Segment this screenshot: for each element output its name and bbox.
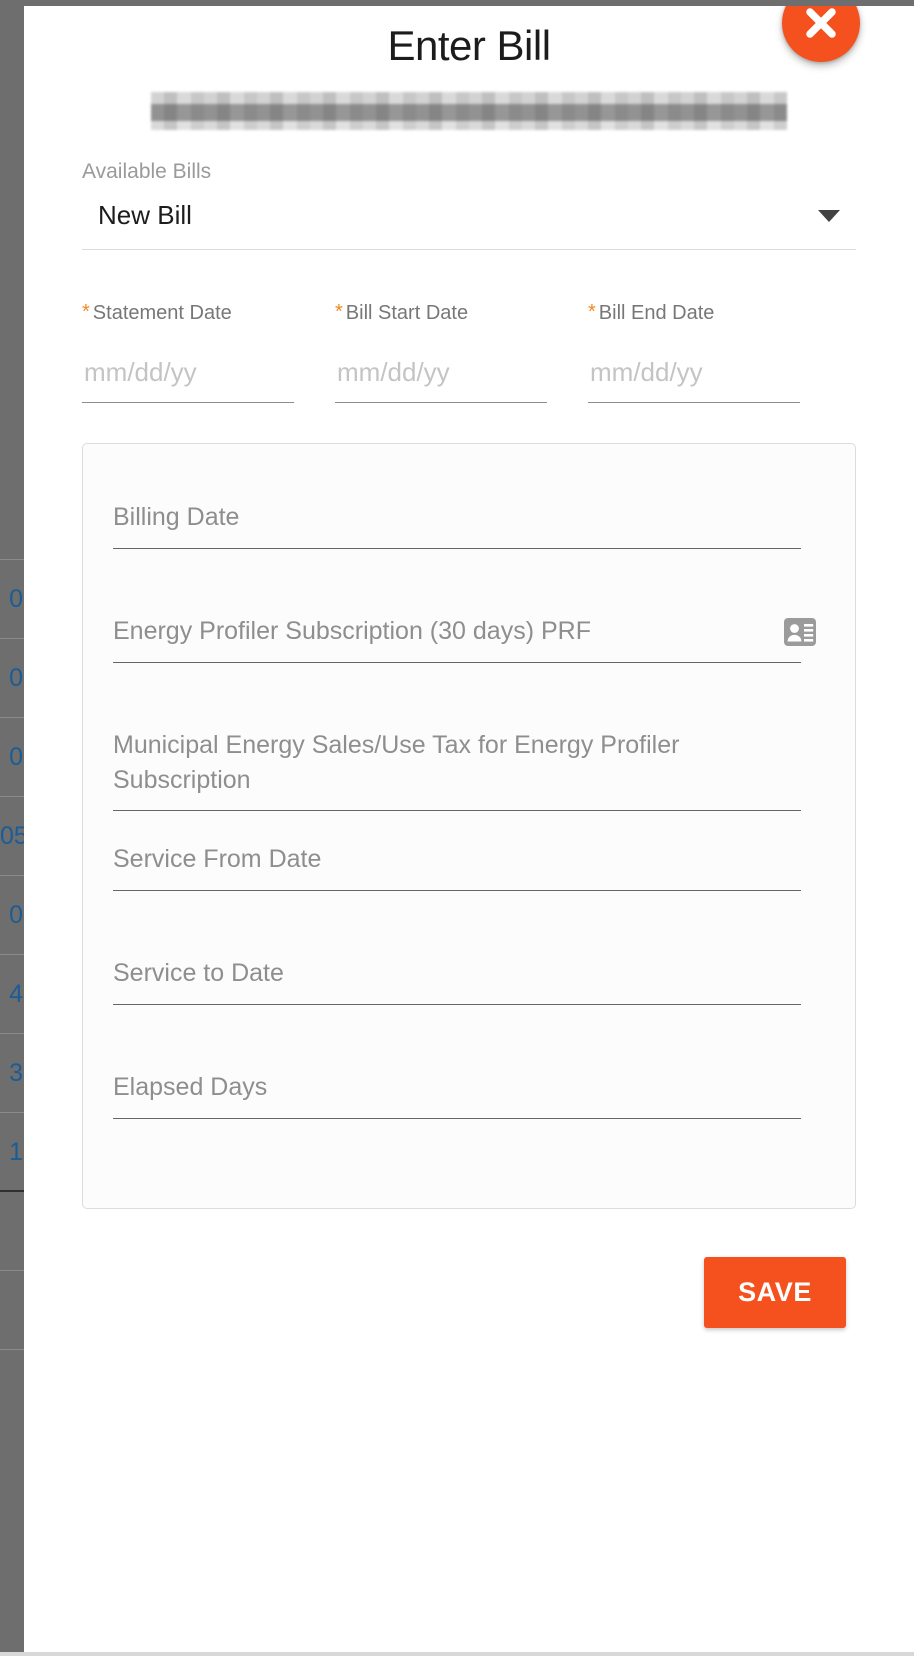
elapsed-days-field[interactable]: Elapsed Days [113,1070,825,1170]
service-to-date-field[interactable]: Service to Date [113,956,825,1070]
date-fields-row: *Statement Date *Bill Start Date *Bill E… [82,302,856,404]
background-data-table: 0 0 0 05 0 4 3 1 [0,0,24,1656]
billing-date-label: Billing Date [113,503,240,532]
field-underline [113,662,801,664]
field-underline [113,810,801,812]
service-to-date-label: Service to Date [113,959,284,988]
elapsed-days-label: Elapsed Days [113,1073,268,1102]
required-asterisk: * [335,301,343,324]
bill-end-date-label-text: Bill End Date [598,302,715,325]
field-underline [113,1004,801,1006]
bill-start-date-field: * Bill Start Date [335,302,588,404]
field-underline [113,1118,801,1120]
service-from-date-label: Service From Date [113,845,322,874]
table-row: 4 [0,955,24,1034]
dialog-body: Available Bills New Bill * Statement Date… [24,160,914,1210]
bill-line-items-card: Billing Date Energy Profiler Subscriptio… [82,443,856,1210]
table-row: 0 [0,718,24,797]
statement-date-field: * Statement Date [82,302,335,404]
enter-bill-dialog: Enter Bill Available Bills New Bill * Sta… [24,6,914,1652]
available-bills-select[interactable]: New Bill [82,200,856,251]
bill-start-date-input[interactable] [335,357,547,404]
bill-end-date-label: * Bill End Date [588,302,841,325]
table-row: 3 [0,1034,24,1113]
bill-start-date-label: * Bill Start Date [335,302,588,325]
table-row [0,1192,24,1271]
available-bills-value: New Bill [98,200,192,231]
redacted-account-text [151,92,787,131]
backdrop-bottom-bar [0,1652,914,1656]
municipal-energy-tax-field[interactable]: Municipal Energy Sales/Use Tax for Energ… [113,728,825,842]
statement-date-label: * Statement Date [82,302,335,325]
statement-date-input[interactable] [82,357,294,404]
field-underline [113,890,801,892]
chevron-down-icon [818,209,840,222]
dialog-footer: SAVE [24,1209,914,1329]
table-row: 05 [0,797,24,876]
municipal-energy-tax-label: Municipal Energy Sales/Use Tax for Energ… [113,731,680,794]
bill-end-date-input[interactable] [588,357,800,404]
required-asterisk: * [82,301,90,324]
table-row [0,1271,24,1350]
contact-card-icon[interactable] [783,617,817,647]
billing-date-field[interactable]: Billing Date [113,500,825,614]
bill-start-date-label-text: Bill Start Date [345,302,469,325]
service-from-date-field[interactable]: Service From Date [113,842,825,956]
statement-date-label-text: Statement Date [92,302,232,325]
energy-profiler-subscription-field[interactable]: Energy Profiler Subscription (30 days) P… [113,614,825,728]
table-row: 0 [0,639,24,718]
table-row: 1 [0,1113,24,1192]
page-title: Enter Bill [387,22,551,69]
field-underline [113,548,801,550]
required-asterisk: * [588,301,596,324]
table-row [0,0,24,560]
table-row: 0 [0,560,24,639]
table-row: 0 [0,876,24,955]
bill-end-date-field: * Bill End Date [588,302,841,404]
energy-profiler-subscription-label: Energy Profiler Subscription (30 days) P… [113,617,591,646]
available-bills-label: Available Bills [82,160,212,184]
save-button[interactable]: SAVE [704,1257,846,1329]
